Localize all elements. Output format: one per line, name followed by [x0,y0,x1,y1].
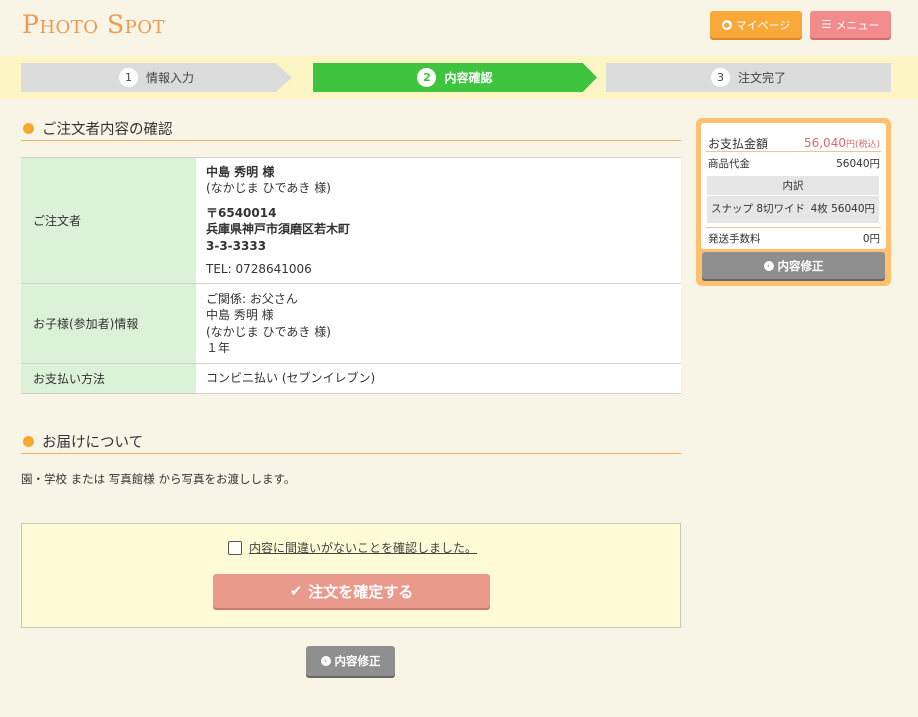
summary-back-label: 内容修正 [777,258,824,273]
bullet-dot-icon [23,436,34,447]
breakdown-label: 内訳 [707,176,879,196]
orderer-value: 中島 秀明 様 (なかじま ひであき 様) 〒6540014 兵庫県神戸市須磨区… [196,157,681,284]
chevron-left-icon: ‹ [320,656,331,666]
product-value: 56040円 [836,157,880,170]
breakdown-qty-price: 4枚 56040円 [810,202,875,215]
step-complete: 3 注文完了 [606,63,891,92]
orderer-postal: 〒6540014 [206,205,277,220]
edit-back-button[interactable]: ‹ 内容修正 [306,646,395,676]
step-number: 3 [710,68,730,87]
menu-button[interactable]: ☰ メニュー [810,11,891,38]
bullet-dot-icon [23,123,34,134]
shipping-value: 0円 [862,232,880,245]
breakdown-box: 内訳 スナップ 8切ワイド 4枚 56040円 [707,176,879,223]
confirm-checkbox-label[interactable]: 内容に間違いがないことを確認しました。 [249,539,477,556]
divider [706,227,881,228]
orderer-address1: 兵庫県神戸市須磨区若木町 [206,222,351,236]
table-row: ご注文者 中島 秀明 様 (なかじま ひであき 様) 〒6540014 兵庫県神… [21,157,681,284]
summary-shipping-row: 発送手数料 0円 [708,229,880,247]
delivery-section-title: お届けについて [21,430,681,454]
breakdown-row: スナップ 8切ワイド 4枚 56040円 [707,196,879,220]
step-progress-bar: 1 情報入力 2 内容確認 3 注文完了 [0,56,918,99]
summary-total-row: お支払金額 56,040円(税込) [708,130,880,156]
step-info-input: 1 情報入力 [21,63,292,92]
child-relation: ご関係: お父さん [206,291,298,306]
step-confirm: 2 内容確認 [313,63,597,92]
orderer-kana: (なかじま ひであき 様) [206,181,331,195]
submit-order-button[interactable]: ✔ 注文を確定する [213,574,490,608]
confirm-checkbox[interactable] [228,540,242,555]
summary-card: お支払金額 56,040円(税込) 商品代金 56040円 内訳 スナップ 8切… [701,123,886,249]
hamburger-icon: ☰ [821,18,832,31]
payment-label: お支払い方法 [21,363,196,394]
orderer-name: 中島 秀明 様 [206,164,275,179]
step-number: 1 [118,68,138,87]
product-label: 商品代金 [708,157,750,170]
submit-label: 注文を確定する [308,582,414,601]
divider [706,151,881,152]
chevron-left-icon: ‹ [763,260,774,271]
total-label: お支払金額 [708,136,769,151]
breakdown-item: スナップ 8切ワイド [711,202,806,215]
table-row: お子様(参加者)情報 ご関係: お父さん 中島 秀明 様 (なかじま ひであき … [21,283,681,364]
check-icon: ✔ [289,582,303,600]
orderer-tel: TEL: 0728641006 [206,262,312,276]
child-kana: (なかじま ひであき 様) [206,324,331,339]
delivery-text: 園・学校 または 写真館様 から写真をお渡しします。 [21,472,296,486]
orderer-address2: 3-3-3333 [206,238,267,253]
section-title-text: お届けについて [42,435,144,451]
summary-product-row: 商品代金 56040円 [708,154,880,172]
logo[interactable]: Photo Spot [22,10,165,39]
table-row: お支払い方法 コンビニ払い (セブンイレブン) [21,363,681,394]
confirm-checkbox-row[interactable]: 内容に間違いがないことを確認しました。 [228,539,477,556]
step-label: 注文完了 [737,71,786,85]
child-value: ご関係: お父さん 中島 秀明 様 (なかじま ひであき 様) １年 [196,283,681,364]
orderer-info-table: ご注文者 中島 秀明 様 (なかじま ひであき 様) 〒6540014 兵庫県神… [21,157,681,394]
child-label: お子様(参加者)情報 [21,283,196,364]
total-value-wrap: 56,040円(税込) [804,136,880,150]
total-unit: 円(税込) [845,140,880,150]
payment-value: コンビニ払い (セブンイレブン) [196,363,681,394]
step-label: 情報入力 [145,71,194,85]
back-label: 内容修正 [334,654,381,668]
confirm-box: 内容に間違いがないことを確認しました。 ✔ 注文を確定する [21,523,681,628]
child-grade: １年 [206,341,231,355]
menu-label: メニュー [835,18,880,32]
section-title-text: ご注文者内容の確認 [42,122,173,138]
total-value: 56,040 [803,136,846,150]
mypage-label: マイページ [735,18,791,32]
orderer-label: ご注文者 [21,157,196,284]
step-label: 内容確認 [444,71,493,85]
user-icon: ● [721,19,732,30]
child-name: 中島 秀明 様 [206,308,274,322]
step-number: 2 [417,68,437,87]
summary-edit-button[interactable]: ‹ 内容修正 [702,252,885,279]
orderer-section-title: ご注文者内容の確認 [21,117,681,141]
shipping-label: 発送手数料 [708,232,761,245]
mypage-button[interactable]: ● マイページ [710,11,802,38]
